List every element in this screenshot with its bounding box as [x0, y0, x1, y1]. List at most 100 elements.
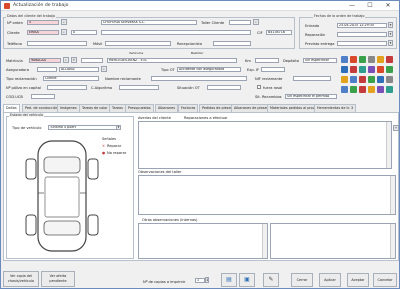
obs-taller-textarea[interactable] — [138, 175, 396, 215]
tab-tareas[interactable]: Tareas — [109, 104, 126, 112]
fuera-checkbox[interactable] — [257, 85, 261, 89]
n-poliza-field[interactable] — [47, 85, 87, 90]
cif-field[interactable]: B4138716 — [266, 30, 292, 35]
aseguradora-search-button[interactable]: ⌕ — [101, 66, 107, 72]
previsto-calendar-icon[interactable]: ▾ — [388, 40, 393, 46]
movil-field[interactable] — [105, 41, 171, 46]
entrada-field[interactable]: 25-04-2015 12:29:35 — [337, 23, 387, 28]
matricula-field[interactable]: 9080LAA — [29, 58, 61, 63]
document-icon[interactable] — [341, 56, 348, 63]
taller-search-button[interactable]: ⌕ — [253, 19, 259, 25]
cerrar-button[interactable]: Cerrar — [291, 273, 313, 287]
cliente-field[interactable]: ERIKA — [27, 30, 59, 35]
tab-imagenes[interactable]: Imágenes — [57, 104, 80, 112]
deposito-select[interactable]: Sin especificar — [303, 58, 337, 63]
c-algoritmo-field[interactable] — [119, 85, 159, 90]
tipo-ot-select[interactable]: Accidente con aseguradora — [177, 67, 241, 72]
alert-icon[interactable] — [350, 66, 357, 73]
edit-button[interactable]: ✎ — [263, 273, 279, 287]
tab-herramientas[interactable]: Herramientas de tr. 3 — [314, 104, 357, 112]
tab-tareas-color[interactable]: Tareas de color — [79, 104, 111, 112]
tab-albaranes-piezas[interactable]: Albaranes de piezas — [231, 104, 272, 112]
recepcionista-field[interactable] — [213, 41, 251, 46]
car-diagram[interactable] — [18, 137, 106, 255]
aplicar-button[interactable]: Aplicar — [319, 273, 341, 287]
nif-reclamante-field[interactable] — [293, 76, 331, 81]
entrada-calendar-icon[interactable]: ▾ — [388, 22, 393, 28]
n-orden-field[interactable]: 5 — [27, 20, 59, 25]
otras-obs-textarea[interactable] — [138, 223, 268, 259]
averias-textarea[interactable] — [138, 121, 392, 169]
calendar-icon[interactable] — [350, 76, 357, 83]
tab-presupuestos[interactable]: Presupuestos — [125, 104, 154, 112]
matricula-add-button[interactable]: + — [71, 57, 77, 63]
save-button[interactable]: ▣ — [239, 273, 255, 287]
phone-icon[interactable] — [350, 86, 357, 93]
tab-ped-conduccion[interactable]: Ped. de conducción — [22, 104, 61, 112]
otras-obs-extra-textarea[interactable] — [270, 223, 396, 259]
user-icon[interactable] — [368, 66, 375, 73]
matricula-search-button[interactable]: ⌕ — [63, 57, 69, 63]
money-icon[interactable] — [368, 76, 375, 83]
otras-obs-extra-scrollbar[interactable] — [390, 224, 395, 258]
close-button[interactable]: ✕ — [381, 1, 395, 11]
telefono-field[interactable] — [27, 41, 87, 46]
excel-icon[interactable] — [359, 56, 366, 63]
ver-copia-button[interactable]: Ver copia del chasis/vehículo — [3, 271, 39, 287]
car-icon[interactable] — [341, 86, 348, 93]
tools-icon[interactable] — [377, 66, 384, 73]
cliente-num-field[interactable]: 0 — [71, 30, 97, 35]
aseguradora-field[interactable]: ALLIANZ — [59, 67, 99, 72]
tab-materiales[interactable]: Materiales pedidos al prov. — [267, 104, 319, 112]
tab-pedidos-piezas[interactable]: Pedidos de piezas — [199, 104, 236, 112]
cliente-name-field[interactable] — [101, 30, 251, 35]
info-icon[interactable] — [377, 76, 384, 83]
tipo-vehiculo-select[interactable]: Turismo 4 puert — [48, 125, 120, 130]
mail-icon[interactable] — [386, 56, 393, 63]
obs-taller-scrollbar[interactable] — [390, 176, 395, 214]
reparacion-field[interactable] — [337, 32, 387, 37]
cod-ucb-field[interactable] — [31, 94, 55, 99]
modelo-field[interactable]: MERCEDES-BENZ - E3C — [107, 58, 237, 63]
nombre-reclamante-field[interactable] — [151, 76, 247, 81]
vehiculo-code-field[interactable] — [81, 58, 103, 63]
tab-facturas[interactable]: Facturas — [178, 104, 199, 112]
aceptar-button[interactable]: Aceptar — [347, 273, 369, 287]
ver-oferta-button[interactable]: Ver oferta pendiente — [41, 271, 75, 287]
print-button[interactable]: ▤ — [221, 273, 237, 287]
tab-albaranes[interactable]: Albaranes — [155, 104, 178, 112]
tipo-reclamacion-select[interactable]: Cliente — [43, 76, 99, 81]
key-icon[interactable] — [368, 86, 375, 93]
sync-icon[interactable] — [359, 66, 366, 73]
pdf-icon[interactable] — [350, 56, 357, 63]
settings-icon[interactable] — [386, 76, 393, 83]
print-icon[interactable] — [368, 56, 375, 63]
averias-scrollbar[interactable] — [386, 122, 391, 168]
previsto-field[interactable] — [337, 41, 387, 46]
copias-field[interactable]: 1 — [195, 278, 205, 283]
empresa-field[interactable]: CHOFERIA SERVIMAX S.L. — [101, 20, 197, 25]
minimize-button[interactable]: — — [345, 1, 359, 11]
star-icon[interactable] — [341, 76, 348, 83]
km-field[interactable] — [255, 58, 279, 63]
sit-recambios-select[interactable]: Sin especificar el permiso — [285, 94, 337, 99]
history-icon[interactable] — [386, 86, 393, 93]
camera-icon[interactable] — [341, 66, 348, 73]
tipo-vehiculo-chevron-down-icon[interactable]: ▾ — [116, 125, 121, 130]
situacion-select[interactable] — [207, 85, 241, 90]
stop-icon[interactable] — [359, 76, 366, 83]
folder-icon[interactable] — [377, 56, 384, 63]
delete-icon[interactable] — [359, 86, 366, 93]
search-cliente-button[interactable]: ⌕ — [61, 29, 67, 35]
chart-icon[interactable] — [377, 86, 384, 93]
aseguradora-code-field[interactable] — [37, 67, 57, 72]
taller-field[interactable] — [229, 20, 251, 25]
otras-obs-scrollbar[interactable] — [262, 224, 267, 258]
copias-stepper[interactable]: ↕ — [205, 277, 209, 283]
check-icon[interactable] — [386, 66, 393, 73]
reparacion-calendar-icon[interactable]: ▾ — [388, 31, 393, 37]
maximize-button[interactable]: ☐ — [363, 1, 377, 11]
cancelar-button[interactable]: Cancelar — [373, 273, 397, 287]
exp-field[interactable] — [261, 67, 285, 72]
search-orden-button[interactable]: ⌕ — [61, 19, 67, 25]
